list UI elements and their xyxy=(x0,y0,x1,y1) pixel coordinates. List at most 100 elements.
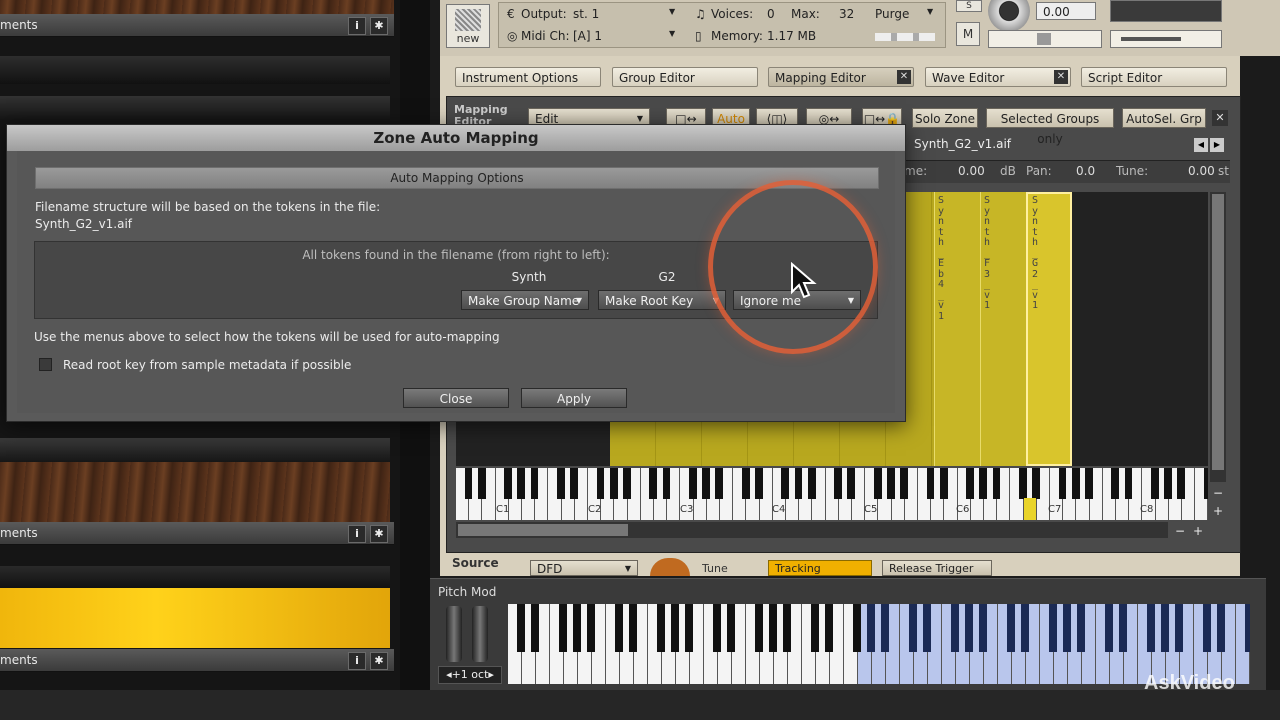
piano-black-key[interactable] xyxy=(615,604,624,652)
selected-groups-only-button[interactable]: Selected Groups only xyxy=(986,108,1114,146)
output-dropdown-arrow[interactable]: ▼ xyxy=(669,7,675,16)
tab-script-editor[interactable]: Script Editor xyxy=(1081,67,1227,87)
piano-black-key[interactable] xyxy=(1049,604,1058,652)
piano-black-key[interactable] xyxy=(966,468,975,500)
piano-black-key[interactable] xyxy=(688,468,697,500)
gear-icon[interactable]: ✱ xyxy=(370,17,388,35)
info-icon[interactable]: i xyxy=(348,525,366,543)
pan-slider[interactable] xyxy=(988,30,1102,48)
library-header[interactable]: ments i ✱ xyxy=(0,14,394,37)
octave-shift-control[interactable]: ◂+1 oct▸ xyxy=(438,666,502,684)
zoom-out-button[interactable]: − xyxy=(1172,524,1188,538)
piano-black-key[interactable] xyxy=(477,468,486,500)
piano-black-key[interactable] xyxy=(807,468,816,500)
volume-slider[interactable] xyxy=(1110,30,1222,48)
piano-black-key[interactable] xyxy=(979,468,988,500)
info-icon[interactable]: i xyxy=(348,652,366,670)
scrollbar-thumb[interactable] xyxy=(458,524,628,536)
piano-black-key[interactable] xyxy=(992,468,1001,500)
apply-button[interactable]: Apply xyxy=(521,388,627,408)
piano-black-key[interactable] xyxy=(979,604,988,652)
piano-black-key[interactable] xyxy=(573,604,582,652)
close-button[interactable]: Close xyxy=(403,388,509,408)
piano-black-key[interactable] xyxy=(1203,468,1208,500)
close-icon[interactable]: ✕ xyxy=(897,70,911,84)
piano-black-key[interactable] xyxy=(530,468,539,500)
solo-zone-button[interactable]: Solo Zone xyxy=(912,108,978,128)
piano-black-key[interactable] xyxy=(517,468,526,500)
library-header-2[interactable]: ments i ✱ xyxy=(0,522,394,545)
piano-black-key[interactable] xyxy=(834,468,843,500)
gear-icon[interactable]: ✱ xyxy=(370,525,388,543)
token-action-dropdown-2[interactable]: Make Root Key ▼ xyxy=(598,290,726,310)
piano-black-key[interactable] xyxy=(755,604,764,652)
piano-black-key[interactable] xyxy=(1147,604,1156,652)
main-keyboard[interactable] xyxy=(508,604,1250,684)
main-keys[interactable] xyxy=(508,604,1250,684)
piano-black-key[interactable] xyxy=(1007,604,1016,652)
piano-black-key[interactable] xyxy=(1164,468,1173,500)
library-header-3[interactable]: ments i ✱ xyxy=(0,649,394,672)
tab-mapping-editor[interactable]: Mapping Editor ✕ xyxy=(768,67,914,87)
prev-sample-button[interactable]: ◀ xyxy=(1194,138,1208,152)
dfd-menu[interactable]: DFD ▼ xyxy=(530,560,638,576)
piano-black-key[interactable] xyxy=(853,604,862,652)
tune-knob[interactable] xyxy=(988,0,1030,32)
mod-wheel[interactable] xyxy=(472,606,488,662)
midi-dropdown-arrow[interactable]: ▼ xyxy=(669,29,675,38)
gear-icon[interactable]: ✱ xyxy=(370,652,388,670)
piano-black-key[interactable] xyxy=(1161,604,1170,652)
autosel-grp-button[interactable]: AutoSel. Grp xyxy=(1122,108,1206,128)
info-icon[interactable]: i xyxy=(348,17,366,35)
output-value[interactable]: st. 1 xyxy=(573,7,599,21)
mapping-keys[interactable] xyxy=(456,468,1208,520)
piano-black-key[interactable] xyxy=(517,604,526,652)
zoom-in-button[interactable]: + xyxy=(1190,524,1206,538)
mute-button[interactable]: M xyxy=(956,22,980,46)
piano-black-key[interactable] xyxy=(559,604,568,652)
piano-black-key[interactable] xyxy=(1018,468,1027,500)
vzoom-out-button[interactable]: − xyxy=(1210,486,1226,500)
zone-pan-value[interactable]: 0.0 xyxy=(1076,164,1095,178)
piano-black-key[interactable] xyxy=(662,468,671,500)
piano-black-key[interactable] xyxy=(649,468,658,500)
piano-black-key[interactable] xyxy=(702,468,711,500)
piano-black-key[interactable] xyxy=(1021,604,1030,652)
close-icon[interactable]: ✕ xyxy=(1054,70,1068,84)
piano-black-key[interactable] xyxy=(713,604,722,652)
piano-black-key[interactable] xyxy=(1105,604,1114,652)
new-instrument-button[interactable]: new xyxy=(446,4,490,48)
grid-horizontal-scrollbar[interactable] xyxy=(456,522,1168,538)
piano-black-key[interactable] xyxy=(671,604,680,652)
piano-black-key[interactable] xyxy=(1119,604,1128,652)
piano-black-key[interactable] xyxy=(1175,604,1184,652)
piano-black-key[interactable] xyxy=(1111,468,1120,500)
piano-black-key[interactable] xyxy=(715,468,724,500)
piano-black-key[interactable] xyxy=(1150,468,1159,500)
piano-black-key[interactable] xyxy=(794,468,803,500)
piano-black-key[interactable] xyxy=(923,604,932,652)
vzoom-in-button[interactable]: + xyxy=(1210,504,1226,518)
piano-black-key[interactable] xyxy=(951,604,960,652)
zone-vol-value[interactable]: 0.00 xyxy=(958,164,985,178)
piano-black-key[interactable] xyxy=(570,468,579,500)
pan-handle[interactable] xyxy=(1037,33,1051,45)
piano-black-key[interactable] xyxy=(556,468,565,500)
read-root-key-checkbox[interactable] xyxy=(39,358,52,371)
piano-black-key[interactable] xyxy=(1032,468,1041,500)
piano-black-key[interactable] xyxy=(657,604,666,652)
max-value[interactable]: 32 xyxy=(839,7,854,21)
piano-black-key[interactable] xyxy=(609,468,618,500)
token-action-dropdown-1[interactable]: Make Group Name ▼ xyxy=(461,290,589,310)
pitch-wheel[interactable] xyxy=(446,606,462,662)
piano-black-key[interactable] xyxy=(825,604,834,652)
midi-value[interactable]: [A] 1 xyxy=(573,29,602,43)
piano-black-key[interactable] xyxy=(587,604,596,652)
chevron-right-icon[interactable]: ▸ xyxy=(488,668,494,681)
piano-black-key[interactable] xyxy=(783,604,792,652)
piano-black-key[interactable] xyxy=(1058,468,1067,500)
release-trigger-button[interactable]: Release Trigger xyxy=(882,560,992,576)
piano-black-key[interactable] xyxy=(1203,604,1212,652)
piano-black-key[interactable] xyxy=(881,604,890,652)
solo-button[interactable]: S xyxy=(956,0,982,12)
